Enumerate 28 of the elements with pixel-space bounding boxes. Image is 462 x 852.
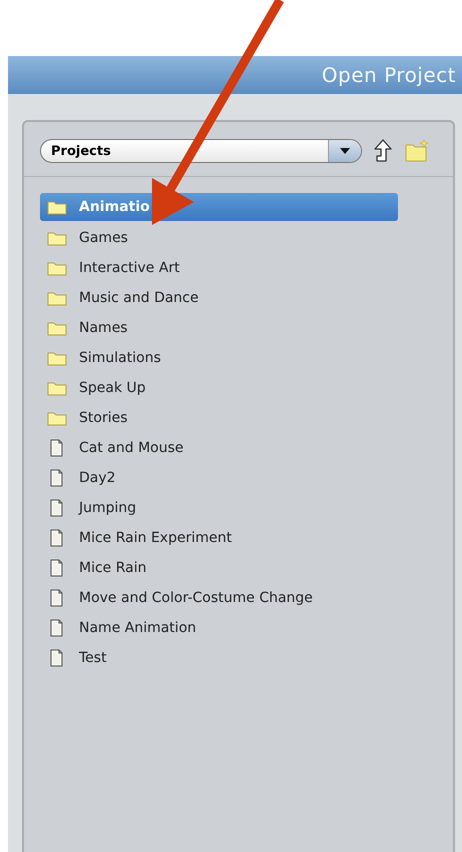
folder-icon bbox=[47, 320, 67, 336]
folder-icon bbox=[47, 230, 67, 246]
list-item[interactable]: Stories bbox=[40, 403, 398, 433]
list-item[interactable]: Jumping bbox=[40, 493, 398, 523]
list-item[interactable]: Names bbox=[40, 313, 398, 343]
folder-icon bbox=[47, 290, 67, 306]
list-item[interactable]: Cat and Mouse bbox=[40, 433, 398, 463]
folder-icon bbox=[47, 260, 67, 276]
list-item[interactable]: Music and Dance bbox=[40, 283, 398, 313]
list-item[interactable]: Interactive Art bbox=[40, 253, 398, 283]
list-item[interactable]: Speak Up bbox=[40, 373, 398, 403]
folder-icon bbox=[47, 199, 67, 215]
list-item[interactable]: Simulations bbox=[40, 343, 398, 373]
list-item[interactable]: Mice Rain Experiment bbox=[40, 523, 398, 553]
folder-icon bbox=[47, 350, 67, 366]
folder-icon bbox=[47, 410, 67, 426]
list-item[interactable]: Move and Color-Costume Change bbox=[40, 583, 398, 613]
list-item[interactable]: Animatio bbox=[40, 193, 398, 221]
window-title: Open Project bbox=[322, 63, 456, 87]
list-item[interactable]: Test bbox=[40, 643, 398, 673]
location-dropdown[interactable]: Projects bbox=[40, 139, 362, 163]
folder-icon bbox=[47, 380, 67, 396]
list-item[interactable]: Day2 bbox=[40, 463, 398, 493]
list-item[interactable]: Mice Rain bbox=[40, 553, 398, 583]
list-item[interactable]: Name Animation bbox=[40, 613, 398, 643]
list-item[interactable]: Games bbox=[40, 223, 398, 253]
caret-icon bbox=[339, 147, 351, 155]
up-arrow-icon[interactable] bbox=[372, 138, 394, 164]
